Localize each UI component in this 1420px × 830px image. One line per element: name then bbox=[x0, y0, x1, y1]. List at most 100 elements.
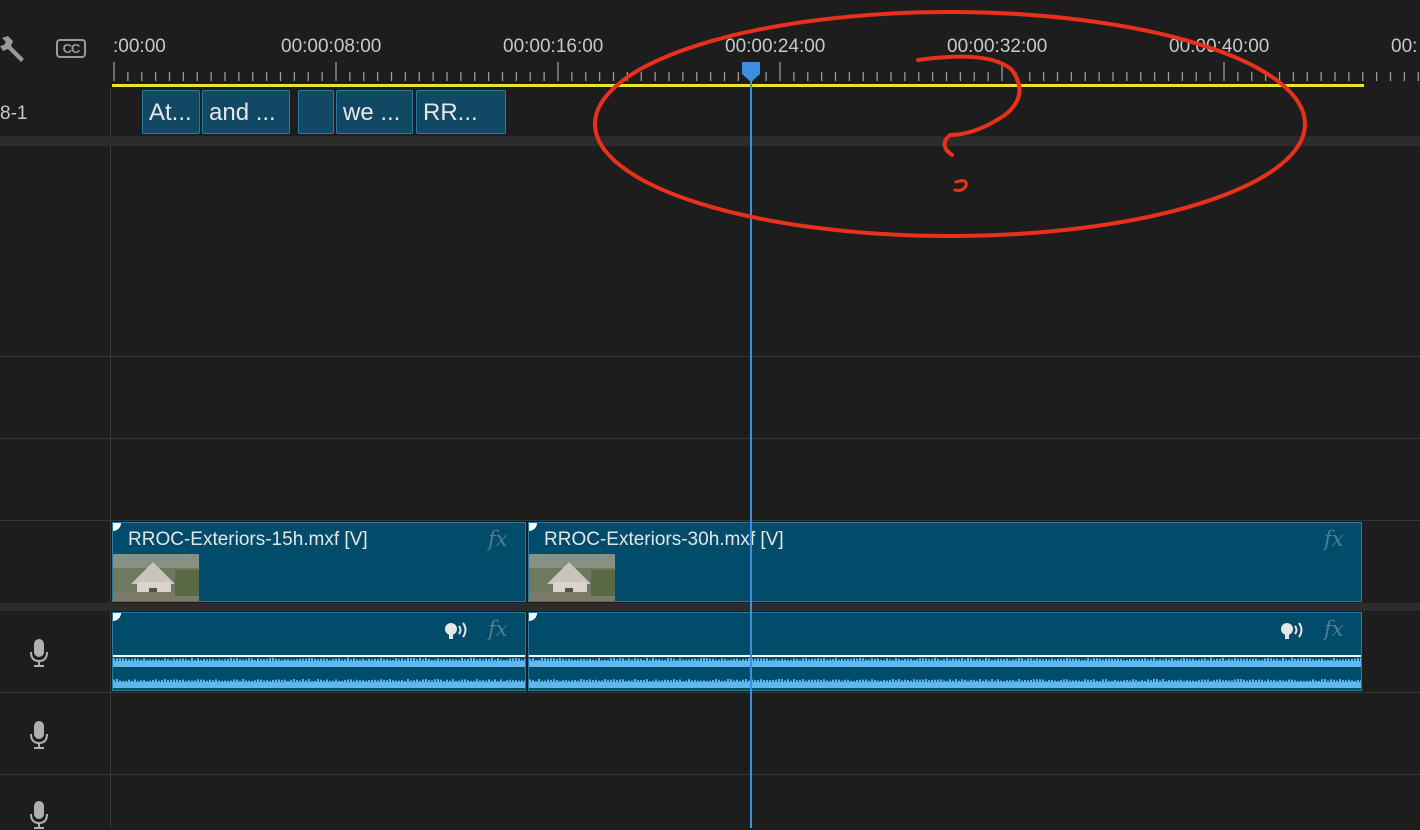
microphone-icon[interactable] bbox=[29, 800, 49, 830]
waveform-peak bbox=[847, 679, 849, 685]
waveform-peak bbox=[796, 680, 798, 684]
waveform-peak bbox=[532, 658, 534, 664]
waveform-peak bbox=[380, 679, 382, 685]
waveform-peak bbox=[1099, 658, 1101, 664]
caption-clip[interactable]: and ... bbox=[202, 90, 290, 134]
waveform-peak bbox=[796, 658, 798, 664]
waveform-peak bbox=[775, 679, 777, 685]
waveform-peak bbox=[658, 659, 660, 663]
caption-clip[interactable]: RR... bbox=[416, 90, 506, 134]
waveform-peak bbox=[365, 659, 367, 663]
waveform-peak bbox=[823, 658, 825, 664]
waveform-peak bbox=[583, 679, 585, 685]
waveform-peak bbox=[1354, 658, 1356, 664]
waveform-peak bbox=[946, 680, 948, 684]
waveform-peak bbox=[1042, 679, 1044, 685]
waveform-peak bbox=[973, 659, 975, 663]
waveform-peak bbox=[1327, 659, 1329, 663]
waveform-peak bbox=[580, 659, 582, 663]
waveform-peak bbox=[1171, 680, 1173, 684]
microphone-icon[interactable] bbox=[29, 720, 49, 750]
playhead-handle[interactable] bbox=[740, 60, 762, 84]
waveform-peak bbox=[1348, 659, 1350, 663]
waveform-peak bbox=[1126, 659, 1128, 663]
caption-clip[interactable]: we ... bbox=[336, 90, 413, 134]
waveform-peak bbox=[1300, 680, 1302, 684]
waveform-peak bbox=[643, 679, 645, 685]
waveform-peak bbox=[979, 679, 981, 685]
waveform-peak bbox=[371, 659, 373, 663]
waveform-peak bbox=[200, 659, 202, 663]
waveform-peak bbox=[637, 679, 639, 685]
waveform-peak bbox=[712, 658, 714, 664]
waveform-peak bbox=[164, 658, 166, 664]
waveform-peak bbox=[595, 659, 597, 663]
track-divider bbox=[0, 438, 1420, 439]
waveform-peak bbox=[571, 680, 573, 684]
waveform-peak bbox=[317, 659, 319, 663]
caption-clip[interactable]: At... bbox=[142, 90, 200, 134]
waveform-peak bbox=[619, 658, 621, 664]
waveform-peak bbox=[652, 658, 654, 664]
waveform-peak bbox=[1285, 659, 1287, 663]
wrench-icon[interactable] bbox=[0, 34, 26, 62]
waveform-peak bbox=[679, 679, 681, 685]
waveform-peak bbox=[658, 680, 660, 684]
waveform-peak bbox=[982, 659, 984, 663]
waveform-peak bbox=[562, 680, 564, 684]
waveform-peak bbox=[1135, 679, 1137, 685]
waveform-peak bbox=[1300, 658, 1302, 664]
waveform-peak bbox=[479, 658, 481, 664]
waveform-peak bbox=[1318, 680, 1320, 684]
audio-clip[interactable]: fx bbox=[112, 612, 526, 691]
waveform-peak bbox=[491, 680, 493, 684]
work-area-bar[interactable] bbox=[112, 84, 1364, 87]
waveform-peak bbox=[1159, 680, 1161, 684]
time-ruler[interactable]: :00:00 00:00:08:00 00:00:16:00 00:00:24:… bbox=[111, 0, 1420, 88]
waveform-peak bbox=[338, 680, 340, 684]
video-clip[interactable]: RROC-Exteriors-15h.mxf [V] fx bbox=[112, 522, 526, 602]
waveform-peak bbox=[116, 679, 118, 685]
waveform-peak bbox=[853, 658, 855, 664]
video-clip[interactable]: RROC-Exteriors-30h.mxf [V] fx bbox=[528, 522, 1362, 602]
waveform-peak bbox=[1183, 680, 1185, 684]
waveform-peak bbox=[464, 659, 466, 663]
waveform-peak bbox=[559, 680, 561, 684]
waveform-peak bbox=[392, 680, 394, 684]
waveform-peak bbox=[1156, 679, 1158, 685]
waveform-peak bbox=[119, 658, 121, 664]
waveform-peak bbox=[494, 679, 496, 685]
waveform-peak bbox=[838, 679, 840, 685]
waveform-peak bbox=[949, 659, 951, 663]
waveform-peak bbox=[769, 659, 771, 663]
audio-waveform bbox=[529, 655, 1361, 688]
waveform-peak bbox=[1015, 680, 1017, 684]
audio-clip[interactable]: fx bbox=[528, 612, 1362, 691]
microphone-icon[interactable] bbox=[29, 638, 49, 668]
waveform-peak bbox=[733, 680, 735, 684]
waveform-peak bbox=[500, 679, 502, 685]
waveform-peak bbox=[1177, 659, 1179, 663]
captions-cc-button[interactable]: CC bbox=[56, 39, 86, 58]
waveform-peak bbox=[655, 659, 657, 663]
waveform-peak bbox=[907, 659, 909, 663]
waveform-peak bbox=[1099, 680, 1101, 684]
waveform-peak bbox=[994, 680, 996, 684]
waveform-peak bbox=[485, 658, 487, 664]
waveform-peak bbox=[760, 679, 762, 685]
caption-clip[interactable] bbox=[298, 90, 334, 134]
waveform-peak bbox=[131, 659, 133, 663]
fx-badge: fx bbox=[1324, 527, 1344, 551]
waveform-peak bbox=[302, 658, 304, 664]
track-header-divider bbox=[110, 88, 111, 828]
waveform-peak bbox=[1105, 679, 1107, 685]
waveform-peak bbox=[1330, 659, 1332, 663]
waveform-peak bbox=[1360, 658, 1361, 664]
waveform-peak bbox=[760, 658, 762, 664]
waveform-peak bbox=[697, 659, 699, 663]
waveform-peak bbox=[446, 679, 448, 685]
waveform-peak bbox=[1342, 659, 1344, 663]
waveform-peak bbox=[997, 679, 999, 685]
waveform-peak bbox=[521, 659, 523, 663]
caption-track-label: 8-1 bbox=[0, 103, 28, 124]
